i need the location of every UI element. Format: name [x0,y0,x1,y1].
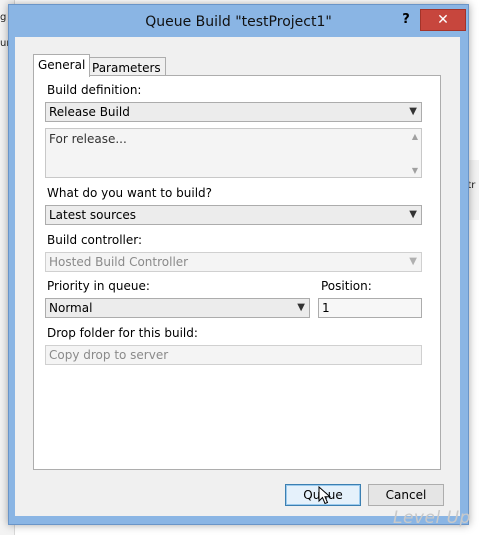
tab-general[interactable]: General [33,54,91,77]
help-icon[interactable]: ? [398,11,414,29]
what-to-build-label: What do you want to build? [47,186,213,200]
dialog-client-area: General Parameters Build definition: Rel… [15,37,460,516]
close-button[interactable]: ✕ [420,9,466,31]
priority-value: Normal [49,301,93,315]
what-to-build-dropdown[interactable]: Latest sources ▼ [45,205,422,225]
mouse-cursor-icon [318,486,332,505]
drop-folder-field: Copy drop to server [45,345,422,365]
position-value: 1 [322,301,330,315]
build-definition-value: Release Build [49,105,130,119]
build-definition-description: For release... ▲ ▼ [45,128,422,178]
chevron-down-icon: ▼ [409,256,417,267]
description-text: For release... [49,132,127,146]
description-scrollbar[interactable]: ▲ ▼ [407,129,421,177]
build-controller-value: Hosted Build Controller [49,255,189,269]
scroll-up-icon[interactable]: ▲ [412,132,418,141]
build-definition-dropdown[interactable]: Release Build ▼ [45,102,422,122]
build-controller-dropdown: Hosted Build Controller ▼ [45,252,422,272]
drop-folder-value: Copy drop to server [49,348,169,362]
priority-dropdown[interactable]: Normal ▼ [45,298,310,318]
build-controller-label: Build controller: [47,233,143,247]
scroll-down-icon[interactable]: ▼ [412,166,418,175]
chevron-down-icon: ▼ [409,106,417,117]
chevron-down-icon: ▼ [409,209,417,220]
queue-build-dialog: Queue Build "testProject1" ? ✕ General P… [8,4,469,525]
build-definition-label: Build definition: [47,83,142,97]
general-tab-panel: Build definition: Release Build ▼ For re… [33,75,441,470]
drop-folder-label: Drop folder for this build: [47,326,198,340]
chevron-down-icon: ▼ [297,302,305,313]
what-to-build-value: Latest sources [49,208,136,222]
watermark: Level Up [393,508,471,528]
position-field: 1 [318,298,422,318]
cancel-button[interactable]: Cancel [368,484,444,506]
position-label: Position: [321,279,372,293]
priority-label: Priority in queue: [47,279,150,293]
